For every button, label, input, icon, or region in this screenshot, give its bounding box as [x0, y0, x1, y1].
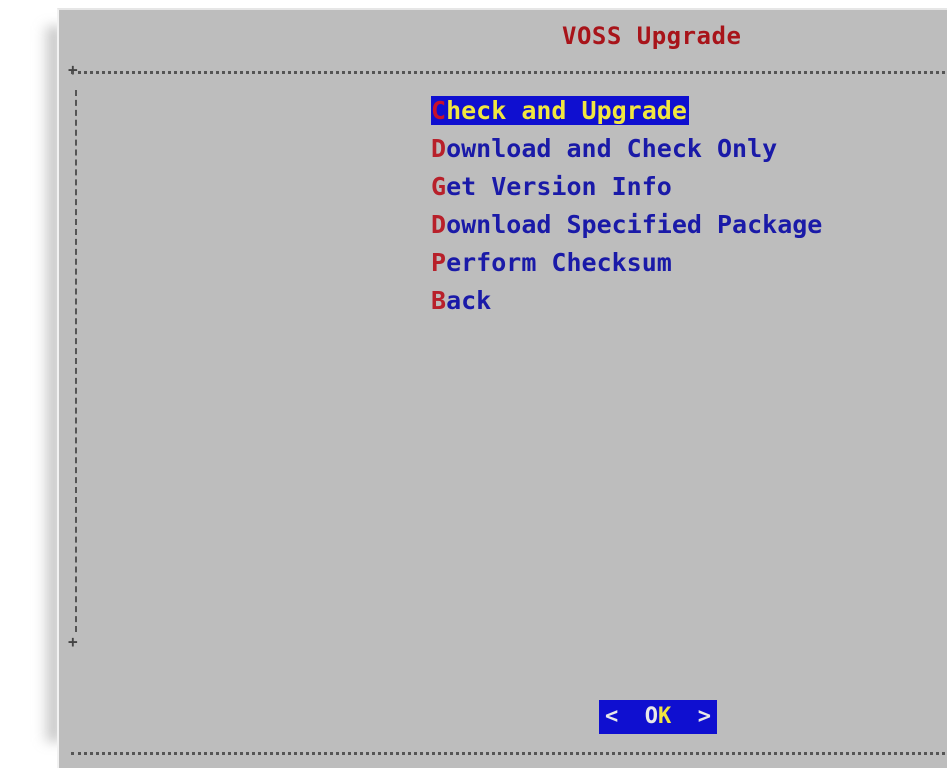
menu-item-label: heck and Upgrade: [446, 96, 689, 125]
ok-left-bracket: <: [605, 704, 619, 729]
ok-label-rest: K: [658, 704, 672, 729]
menu-item-label: ownload Specified Package: [446, 210, 823, 239]
ok-button[interactable]: < OK >: [599, 700, 717, 734]
menu-item-label: ack: [446, 286, 492, 315]
menu-item-hotkey: G: [431, 172, 447, 201]
menu-item-label: et Version Info: [446, 172, 672, 201]
menu-item-hotkey: D: [431, 210, 447, 239]
dialog-title: VOSS Upgrade: [562, 22, 742, 50]
ok-label-first: O: [644, 704, 658, 729]
menu-item-hotkey: D: [431, 134, 447, 163]
menu-item-download-specified-package[interactable]: Download Specified Package: [431, 206, 822, 244]
upgrade-menu: Check and Upgrade Download and Check Onl…: [431, 92, 822, 320]
menu-item-hotkey: C: [431, 96, 447, 125]
menu-item-label: erform Checksum: [446, 248, 672, 277]
menu-item-hotkey: B: [431, 286, 447, 315]
voss-upgrade-dialog: VOSS Upgrade + + Check and Upgrade Downl…: [57, 8, 947, 768]
menu-item-get-version-info[interactable]: Get Version Info: [431, 168, 822, 206]
ok-right-bracket: >: [697, 704, 711, 729]
menu-item-perform-checksum[interactable]: Perform Checksum: [431, 244, 822, 282]
menu-item-label: ownload and Check Only: [446, 134, 778, 163]
menu-item-hotkey: P: [431, 248, 447, 277]
frame-top-border: [71, 71, 947, 74]
frame-bottom-border: [71, 752, 947, 755]
frame-corner-top: +: [68, 60, 78, 79]
frame-left-border: [75, 90, 77, 632]
menu-item-back[interactable]: Back: [431, 282, 822, 320]
menu-item-check-and-upgrade[interactable]: Check and Upgrade: [431, 92, 822, 130]
frame-corner-bottom: +: [68, 632, 78, 651]
menu-item-download-and-check-only[interactable]: Download and Check Only: [431, 130, 822, 168]
